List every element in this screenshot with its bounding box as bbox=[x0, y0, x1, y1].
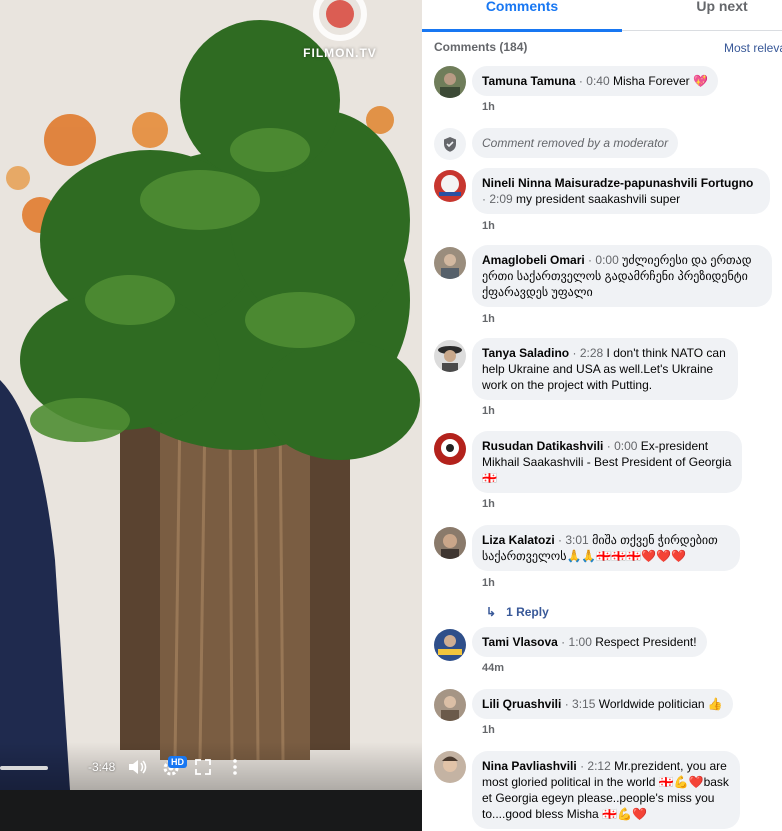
video-player[interactable]: FILMON.TV -3:48 HD bbox=[0, 0, 422, 831]
hd-badge: HD bbox=[168, 756, 187, 768]
comment-bubble: Tamuna Tamuna · 0:40 Misha Forever 💖 bbox=[472, 66, 718, 96]
view-replies-link[interactable]: ↳ 1 Reply bbox=[486, 605, 549, 619]
avatar[interactable] bbox=[434, 751, 466, 783]
comment-bubble: Lili Qruashvili · 3:15 Worldwide politic… bbox=[472, 689, 733, 719]
comment-author[interactable]: Rusudan Datikashvili bbox=[482, 439, 603, 453]
comment-text: Worldwide politician 👍 bbox=[598, 697, 723, 711]
panel-tabs: Comments Up next bbox=[422, 0, 782, 32]
filmon-watermark: FILMON.TV bbox=[296, 0, 384, 60]
comment-timestamp[interactable]: · 1:00 bbox=[561, 635, 592, 649]
comment-author[interactable]: Tamuna Tamuna bbox=[482, 74, 576, 88]
fullscreen-icon[interactable] bbox=[192, 756, 214, 778]
video-bottom-bar bbox=[0, 790, 422, 831]
comment-age[interactable]: 1h bbox=[482, 405, 495, 417]
comment-author[interactable]: Tami Vlasova bbox=[482, 635, 558, 649]
comment-timestamp[interactable]: · 3:15 bbox=[565, 697, 596, 711]
sort-dropdown[interactable]: Most relevant bbox=[724, 41, 782, 55]
comment-bubble: Liza Kalatozi · 3:01 მიშა თქვენ ჭირდებით… bbox=[472, 525, 740, 571]
avatar[interactable] bbox=[434, 247, 466, 279]
comment-timestamp[interactable]: · 0:40 bbox=[579, 74, 610, 88]
comments-header: Comments (184) Most relevant bbox=[422, 38, 782, 58]
comment-age[interactable]: 1h bbox=[482, 220, 495, 232]
comment-author[interactable]: Tanya Saladino bbox=[482, 346, 569, 360]
avatar[interactable] bbox=[434, 170, 466, 202]
comment-author[interactable]: Lili Qruashvili bbox=[482, 697, 561, 711]
comment-age[interactable]: 1h bbox=[482, 498, 495, 510]
comment-author[interactable]: Nina Pavliashvili bbox=[482, 759, 577, 773]
time-remaining: -3:48 bbox=[88, 760, 116, 774]
comment-timestamp[interactable]: · 0:00 bbox=[607, 439, 638, 453]
avatar[interactable] bbox=[434, 340, 466, 372]
tab-up-next[interactable]: Up next bbox=[622, 0, 782, 31]
video-controls: -3:48 HD bbox=[0, 742, 422, 790]
comment-timestamp[interactable]: · 2:09 bbox=[482, 192, 513, 206]
comment-text: Misha Forever 💖 bbox=[612, 74, 708, 88]
comment-age[interactable]: 1h bbox=[482, 577, 495, 589]
comment-bubble: Nineli Ninna Maisuradze-papunashvili For… bbox=[472, 168, 770, 214]
comment-timestamp[interactable]: · 0:00 bbox=[588, 253, 619, 267]
comment-text: my president saakashvili super bbox=[516, 192, 681, 206]
video-frame bbox=[0, 0, 422, 790]
avatar[interactable] bbox=[434, 689, 466, 721]
comment-age[interactable]: 1h bbox=[482, 724, 495, 736]
avatar[interactable] bbox=[434, 527, 466, 559]
avatar[interactable] bbox=[434, 66, 466, 98]
comment-timestamp[interactable]: · 2:12 bbox=[580, 759, 611, 773]
volume-icon[interactable] bbox=[126, 756, 148, 778]
comments-count: Comments (184) bbox=[434, 40, 528, 54]
comment-age[interactable]: 44m bbox=[482, 662, 504, 674]
avatar[interactable] bbox=[434, 433, 466, 465]
progress-bar[interactable] bbox=[0, 766, 48, 770]
comment-bubble: Tami Vlasova · 1:00 Respect President! bbox=[472, 627, 707, 657]
comments-panel: Comments Up next Comments (184) Most rel… bbox=[422, 0, 782, 831]
comment-bubble: Nina Pavliashvili · 2:12 Mr.prezident, y… bbox=[472, 751, 740, 829]
watermark-text: FILMON.TV bbox=[303, 46, 377, 60]
tab-comments[interactable]: Comments bbox=[422, 0, 622, 32]
comment-timestamp[interactable]: · 2:28 bbox=[572, 346, 603, 360]
comment-author[interactable]: Nineli Ninna Maisuradze-papunashvili For… bbox=[482, 176, 753, 190]
comment-age[interactable]: 1h bbox=[482, 313, 495, 325]
comment-author[interactable]: Liza Kalatozi bbox=[482, 533, 555, 547]
comment-age[interactable]: 1h bbox=[482, 101, 495, 113]
comment-text: Respect President! bbox=[595, 635, 697, 649]
comment-bubble: Amaglobeli Omari · 0:00 უძლიერესი და ერთ… bbox=[472, 245, 772, 307]
comment-author[interactable]: Amaglobeli Omari bbox=[482, 253, 585, 267]
removed-comment-bubble: Comment removed by a moderator bbox=[472, 128, 679, 158]
filmon-logo bbox=[313, 0, 367, 41]
comment-bubble: Tanya Saladino · 2:28 I don't think NATO… bbox=[472, 338, 738, 400]
comment-timestamp[interactable]: · 3:01 bbox=[558, 533, 589, 547]
reply-arrow-icon: ↳ bbox=[486, 605, 497, 619]
more-icon[interactable] bbox=[224, 756, 246, 778]
avatar[interactable] bbox=[434, 629, 466, 661]
comment-bubble: Rusudan Datikashvili · 0:00 Ex-president… bbox=[472, 431, 742, 493]
shield-icon bbox=[434, 128, 466, 160]
